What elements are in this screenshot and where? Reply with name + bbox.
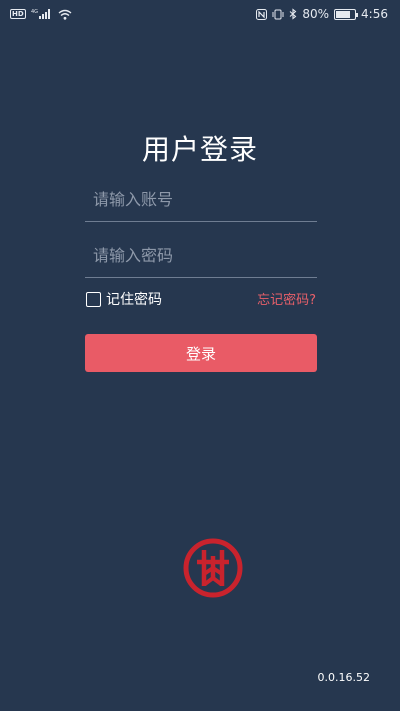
account-input[interactable] [85, 178, 317, 221]
forgot-password-link[interactable]: 忘记密码? [257, 289, 316, 308]
hd-badge: HD [10, 9, 26, 19]
app-version: 0.0.16.52 [317, 671, 370, 684]
login-button[interactable]: 登录 [85, 334, 317, 372]
remember-password-checkbox[interactable] [86, 291, 101, 307]
clock: 4:56 [361, 7, 388, 21]
status-bar-right: 80% 4:56 [256, 7, 388, 21]
page-title: 用户登录 [141, 133, 258, 166]
vibrate-icon [272, 9, 284, 20]
remember-password-label: 记住密码 [106, 292, 162, 308]
bluetooth-icon [289, 8, 297, 20]
brand-logo-icon [183, 538, 243, 598]
account-field [85, 178, 317, 222]
signal-icon: 4G [31, 8, 53, 20]
status-bar: HD 4G 80% 4:56 [0, 0, 400, 28]
nfc-icon [256, 8, 268, 20]
status-bar-left: HD 4G [10, 8, 72, 20]
network-type-label: 4G [31, 9, 38, 15]
wifi-icon [58, 9, 72, 20]
battery-percent: 80% [302, 7, 330, 21]
password-input[interactable] [85, 234, 317, 277]
battery-icon [334, 8, 359, 20]
password-field [85, 234, 317, 278]
remember-password-toggle[interactable]: 记住密码 [86, 289, 162, 309]
